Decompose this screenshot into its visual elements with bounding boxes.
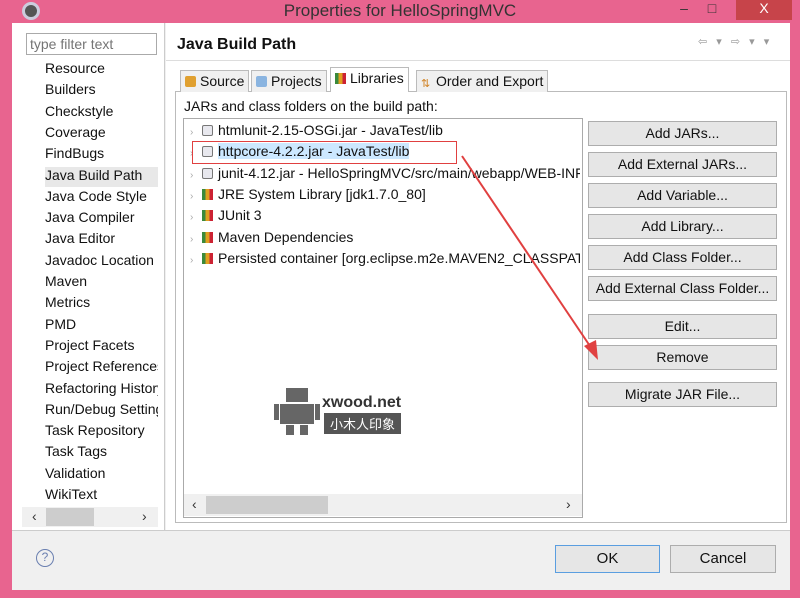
annotation-arrow <box>461 155 598 360</box>
divider <box>12 530 790 531</box>
ok-button[interactable]: OK <box>555 545 660 573</box>
help-icon[interactable]: ? <box>36 549 54 567</box>
cancel-button[interactable]: Cancel <box>670 545 776 573</box>
